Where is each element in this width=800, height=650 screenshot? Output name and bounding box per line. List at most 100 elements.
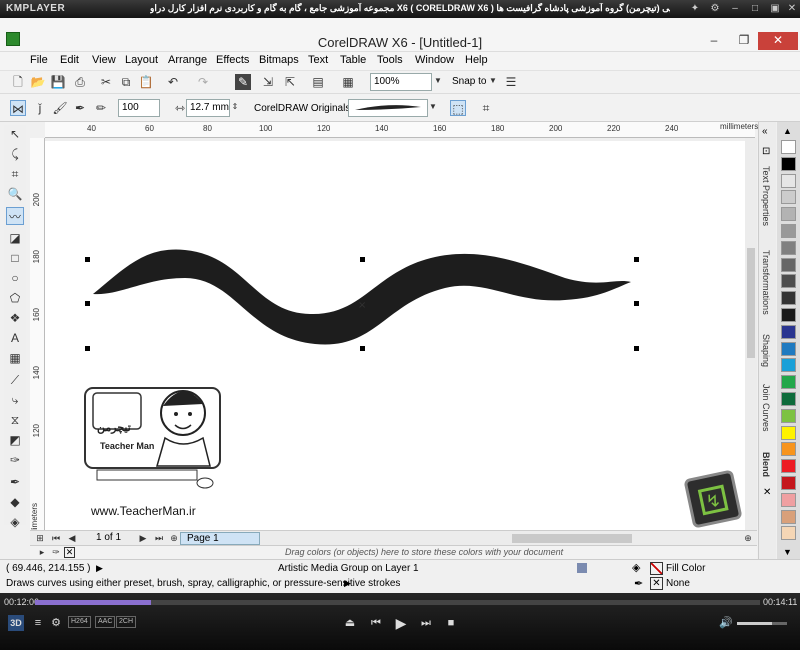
export-icon[interactable]: ⇱ [282,74,298,90]
welcome-screen-icon[interactable]: ▦ [340,74,356,90]
blend-tool-icon[interactable]: ⧖ [6,411,24,429]
pick-tool-icon[interactable]: ↖ [6,125,24,143]
color-swatch[interactable] [781,190,796,205]
stepper-icon[interactable]: ⇕ [230,99,240,115]
color-swatch[interactable] [781,509,796,524]
tab-page-1[interactable]: Page 1 [180,532,260,545]
drawing-canvas[interactable]: × تیچرمن Teacher Man www.TeacherMan.ir ↯ [45,138,745,530]
play-icon[interactable]: ▶ [393,615,409,631]
fill-tool-icon[interactable]: ◆ [6,493,24,511]
menu-table[interactable]: Table [340,54,366,66]
close-button[interactable]: ✕ [758,32,798,50]
brush-mode-icon[interactable]: ǰ [32,100,48,116]
docker-tab-shaping[interactable]: Shaping [761,334,771,367]
color-swatch[interactable] [781,425,796,440]
pressure-mode-icon[interactable]: ✏ [93,100,109,116]
player-settings-icon[interactable]: ⚙ [708,2,722,16]
menu-file[interactable]: File [30,54,48,66]
stroke-width-field[interactable]: 12.7 mm [186,99,230,117]
color-swatch[interactable] [781,392,796,406]
color-swatch[interactable] [781,341,796,356]
vertical-scroll-thumb[interactable] [747,248,755,358]
chevron-down-icon[interactable]: ▼ [488,73,498,89]
interactive-fill-tool-icon[interactable]: ◈ [6,513,24,531]
color-swatch[interactable] [781,291,796,306]
docker-tab-blend[interactable]: Blend [761,452,771,477]
freehand-smoothing-field[interactable]: 100 [118,99,160,117]
rectangle-tool-icon[interactable]: □ [6,249,24,267]
volume-icon[interactable]: 🔊 [718,615,734,631]
color-swatch[interactable] [781,173,796,188]
menu-help[interactable]: Help [465,54,488,66]
crop-tool-icon[interactable]: ⌗ [6,165,24,183]
options-icon[interactable]: ☰ [503,74,519,90]
eyedropper-icon[interactable]: ✑ [48,544,64,560]
color-swatch[interactable] [781,459,796,474]
zoom-navigator-icon[interactable]: ⊕ [740,530,756,546]
color-swatch[interactable] [781,476,796,490]
menu-view[interactable]: View [92,54,116,66]
artistic-media-tool-icon[interactable]: 〰 [6,207,24,225]
stop-icon[interactable]: ■ [443,615,459,631]
menu-arrange[interactable]: Arrange [168,54,207,66]
preset-category[interactable]: CorelDRAW Originals [254,103,350,114]
pin-icon[interactable]: ✦ [688,2,702,16]
last-page-icon[interactable]: ⏭ [151,530,167,546]
color-swatch[interactable] [781,526,796,541]
color-swatch[interactable] [781,358,796,373]
color-proof-icon[interactable] [577,563,587,573]
menu-tools[interactable]: Tools [377,54,403,66]
menu-layout[interactable]: Layout [125,54,158,66]
volume-slider[interactable] [737,622,787,625]
player-minimize-button[interactable]: – [728,2,742,16]
color-swatch[interactable] [781,207,796,222]
scale-with-object-icon[interactable]: ⬚ [450,100,466,116]
chevron-down-icon[interactable]: ▼ [433,73,443,89]
seek-bar[interactable] [35,600,760,605]
artistic-media-stroke[interactable] [93,249,631,345]
color-swatch[interactable] [781,140,796,154]
eject-icon[interactable]: ⏏ [342,615,358,631]
cut-icon[interactable]: ✂ [98,74,114,90]
docker-tab-transformations[interactable]: Transformations [761,250,771,315]
color-swatch[interactable] [781,274,796,289]
bounding-box-icon[interactable]: ⌗ [478,100,494,116]
save-icon[interactable]: 💾 [50,74,66,90]
player-fullscreen-button[interactable]: ▣ [768,2,782,16]
table-tool-icon[interactable]: ▦ [6,349,24,367]
zoom-level-field[interactable]: 100% [370,73,432,91]
smart-fill-tool-icon[interactable]: ◪ [6,229,24,247]
ellipse-tool-icon[interactable]: ○ [6,269,24,287]
print-icon[interactable]: ⎙ [72,74,88,90]
player-maximize-button[interactable]: □ [748,2,762,16]
color-swatch[interactable] [781,257,796,272]
chevron-down-icon[interactable]: ▼ [428,99,438,115]
docker-tab-join-curves[interactable]: Join Curves [761,384,771,432]
color-swatch[interactable] [781,408,796,423]
restore-button[interactable]: ❐ [730,32,758,50]
horizontal-ruler[interactable]: 40 60 80 100 120 140 160 180 200 220 240 [45,122,755,138]
no-color-swatch[interactable]: ✕ [64,547,75,558]
palette-up-icon[interactable]: ▲ [783,126,792,136]
menu-window[interactable]: Window [415,54,454,66]
calligraphic-mode-icon[interactable]: ✒ [72,100,88,116]
vertical-scrollbar[interactable] [745,138,757,530]
menu-effects[interactable]: Effects [216,54,249,66]
vertical-ruler[interactable]: 200 180 160 140 120 [30,138,45,543]
transparency-tool-icon[interactable]: ◩ [6,431,24,449]
spray-mode-icon[interactable]: 🖌 [52,100,68,116]
snap-to-dropdown[interactable]: Snap to [452,76,486,87]
redo-icon[interactable]: ↷ [195,74,211,90]
color-swatch[interactable] [781,224,796,238]
menu-icon[interactable]: ≡ [30,615,46,631]
fill-swatch[interactable] [650,562,663,575]
dimension-tool-icon[interactable]: ⟋ [6,371,24,389]
outline-tool-icon[interactable]: ✒ [6,473,24,491]
3d-icon[interactable]: 3D [8,615,24,631]
menu-text[interactable]: Text [308,54,328,66]
docker-close-icon[interactable]: ✕ [763,487,771,498]
search-content-icon[interactable]: ✎ [235,74,251,90]
polygon-tool-icon[interactable]: ⬠ [6,289,24,307]
next-page-icon[interactable]: ▶ [135,530,151,546]
import-icon[interactable]: ⇲ [260,74,276,90]
